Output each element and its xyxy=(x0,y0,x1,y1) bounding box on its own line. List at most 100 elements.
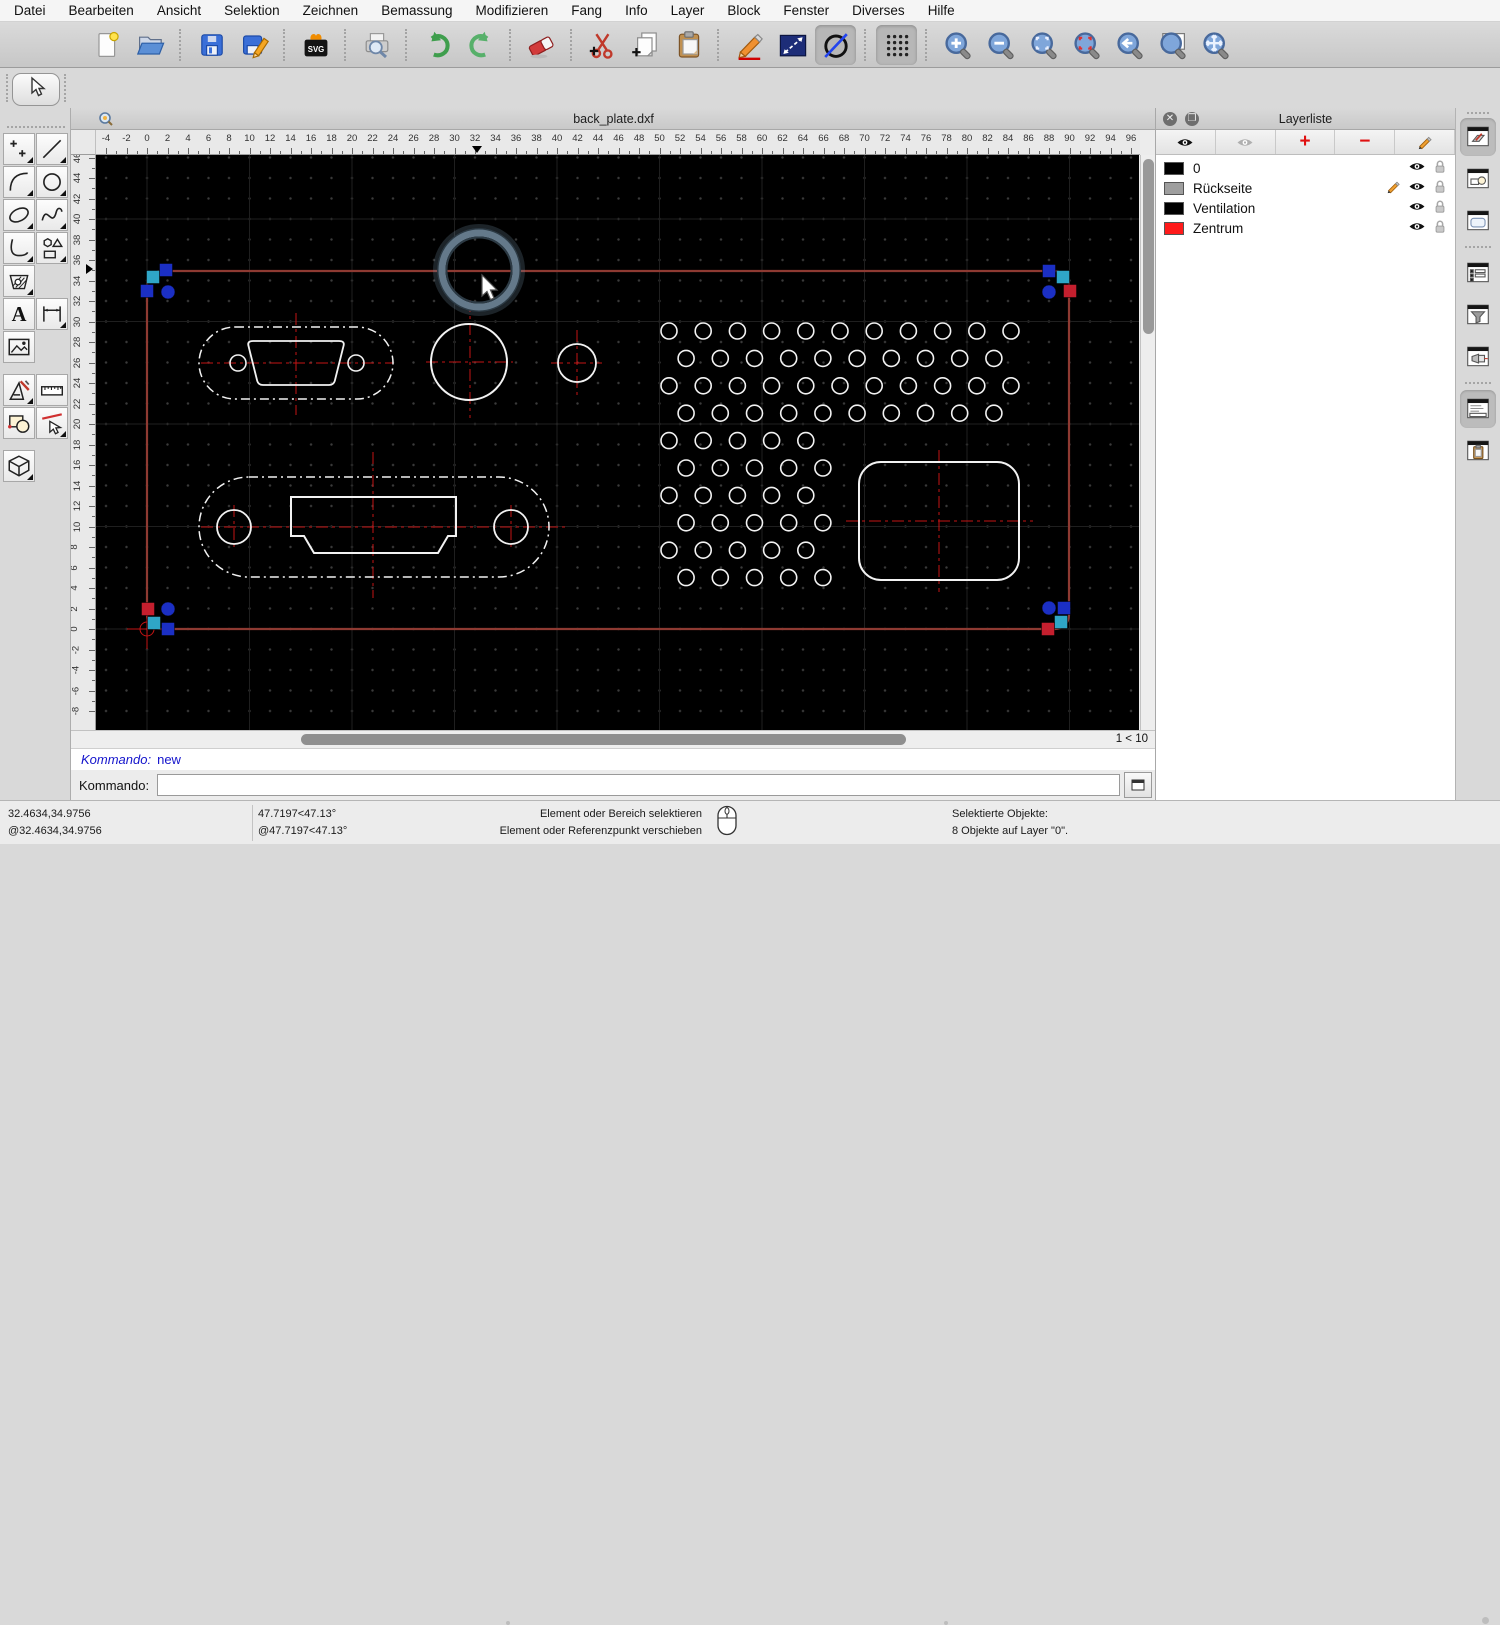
command-input[interactable] xyxy=(157,774,1120,796)
tool-line-button[interactable] xyxy=(35,132,68,165)
tool-measure-button[interactable] xyxy=(35,373,68,406)
selection-handle[interactable] xyxy=(1042,264,1056,278)
layer-visibility-toggle[interactable] xyxy=(1408,159,1426,177)
zoom-auto-button[interactable] xyxy=(1023,25,1064,65)
tool-text-button[interactable]: A xyxy=(2,297,35,330)
tool-explode-button[interactable] xyxy=(2,406,35,439)
layer-lock-toggle[interactable] xyxy=(1433,159,1447,177)
tool-ellipse-button[interactable] xyxy=(2,198,35,231)
menu-item-bearbeiten[interactable]: Bearbeiten xyxy=(69,3,134,18)
layer-lock-toggle[interactable] xyxy=(1433,219,1447,237)
menu-item-ansicht[interactable]: Ansicht xyxy=(157,3,201,18)
selection-handle[interactable] xyxy=(140,284,154,298)
add-layer-button[interactable]: + xyxy=(1275,130,1336,154)
tool-points-button[interactable] xyxy=(2,132,35,165)
print-preview-button[interactable] xyxy=(356,25,397,65)
selection-handle[interactable] xyxy=(141,602,155,616)
remove-layer-button[interactable]: − xyxy=(1335,130,1396,154)
tool-hatch-button[interactable] xyxy=(2,264,35,297)
layer-row-rückseite[interactable]: Rückseite xyxy=(1156,178,1455,198)
menu-item-fenster[interactable]: Fenster xyxy=(783,3,829,18)
tool-dimension-button[interactable] xyxy=(35,297,68,330)
selection-handle[interactable] xyxy=(147,616,161,630)
selection-handle[interactable] xyxy=(1054,615,1068,629)
menu-item-bemassung[interactable]: Bemassung xyxy=(381,3,452,18)
new-button[interactable] xyxy=(87,25,128,65)
selection-handle[interactable] xyxy=(1056,270,1070,284)
tool-shapes-button[interactable] xyxy=(35,231,68,264)
paste-button[interactable] xyxy=(668,25,709,65)
open-button[interactable] xyxy=(130,25,171,65)
layer-row-0[interactable]: 0 xyxy=(1156,158,1455,178)
tool-spline-button[interactable] xyxy=(35,198,68,231)
menu-item-hilfe[interactable]: Hilfe xyxy=(928,3,955,18)
reference-point-handle[interactable] xyxy=(1041,284,1057,300)
selection-handle[interactable] xyxy=(146,270,160,284)
selection-handle[interactable] xyxy=(1041,622,1055,636)
vertical-scrollbar[interactable] xyxy=(1140,155,1156,730)
selection-handle[interactable] xyxy=(159,263,173,277)
menu-item-layer[interactable]: Layer xyxy=(671,3,705,18)
grid-toggle-button[interactable] xyxy=(876,24,917,65)
pan-button[interactable] xyxy=(1195,25,1236,65)
command-line-panel-toggle[interactable] xyxy=(1460,390,1496,428)
layer-row-zentrum[interactable]: Zentrum xyxy=(1156,218,1455,238)
vertical-scrollbar-thumb[interactable] xyxy=(1143,159,1154,334)
camera-views-panel-toggle[interactable] xyxy=(1460,338,1496,376)
tool-solid-button[interactable] xyxy=(2,449,35,482)
reference-point-handle[interactable] xyxy=(160,284,176,300)
view-list-panel-toggle[interactable] xyxy=(1460,202,1496,240)
command-detach-button[interactable] xyxy=(1124,772,1152,798)
tool-modify-button[interactable] xyxy=(2,373,35,406)
reference-point-handle[interactable] xyxy=(1041,600,1057,616)
zoom-selection-button[interactable] xyxy=(1066,25,1107,65)
copy-button[interactable] xyxy=(625,25,666,65)
zoom-out-button[interactable] xyxy=(980,25,1021,65)
layer-visibility-toggle[interactable] xyxy=(1408,199,1426,217)
export-svg-button[interactable]: SVG xyxy=(295,25,336,65)
zoom-window-button[interactable] xyxy=(1152,25,1193,65)
zoom-in-button[interactable] xyxy=(937,25,978,65)
menu-item-modifizieren[interactable]: Modifizieren xyxy=(476,3,549,18)
layer-lock-toggle[interactable] xyxy=(1433,179,1447,197)
selection-handle[interactable] xyxy=(161,622,175,636)
horizontal-scrollbar-thumb[interactable] xyxy=(301,734,906,745)
menu-item-block[interactable]: Block xyxy=(727,3,760,18)
selection-filter-panel-toggle[interactable] xyxy=(1460,296,1496,334)
horizontal-scrollbar[interactable]: 1 < 10 xyxy=(71,730,1156,748)
menu-item-datei[interactable]: Datei xyxy=(14,3,46,18)
selection-handle[interactable] xyxy=(1063,284,1077,298)
hide-all-layers-button[interactable] xyxy=(1215,130,1276,154)
clipboard-panel-panel-toggle[interactable] xyxy=(1460,432,1496,470)
menu-item-selektion[interactable]: Selektion xyxy=(224,3,280,18)
property-editor-panel-toggle[interactable] xyxy=(1460,254,1496,292)
tool-trim-button[interactable] xyxy=(35,406,68,439)
layer-visibility-toggle[interactable] xyxy=(1408,219,1426,237)
reference-point-handle[interactable] xyxy=(160,601,176,617)
redo-button[interactable] xyxy=(460,25,501,65)
block-list-panel-toggle[interactable] xyxy=(1460,160,1496,198)
menu-item-fang[interactable]: Fang xyxy=(571,3,602,18)
circle-tangent-button[interactable] xyxy=(815,24,856,65)
save-button[interactable] xyxy=(191,25,232,65)
menu-item-zeichnen[interactable]: Zeichnen xyxy=(303,3,359,18)
delete-button[interactable] xyxy=(521,25,562,65)
zoom-previous-button[interactable] xyxy=(1109,25,1150,65)
cut-button[interactable] xyxy=(582,25,623,65)
layer-lock-toggle[interactable] xyxy=(1433,199,1447,217)
tool-image-button[interactable] xyxy=(2,330,35,363)
layer-list-panel-toggle[interactable] xyxy=(1460,118,1496,156)
drawing-canvas[interactable] xyxy=(96,155,1139,730)
tool-circle-button[interactable] xyxy=(35,165,68,198)
edit-layer-button[interactable] xyxy=(1395,130,1455,154)
distance-measure-button[interactable] xyxy=(772,25,813,65)
selection-handle[interactable] xyxy=(1057,601,1071,615)
layer-visibility-toggle[interactable] xyxy=(1408,179,1426,197)
layer-row-ventilation[interactable]: Ventilation xyxy=(1156,198,1455,218)
undo-button[interactable] xyxy=(417,25,458,65)
tool-polyline-button[interactable] xyxy=(2,231,35,264)
menu-item-diverses[interactable]: Diverses xyxy=(852,3,905,18)
show-all-layers-button[interactable] xyxy=(1156,130,1216,154)
menu-item-info[interactable]: Info xyxy=(625,3,648,18)
edit-pencil-button[interactable] xyxy=(729,25,770,65)
